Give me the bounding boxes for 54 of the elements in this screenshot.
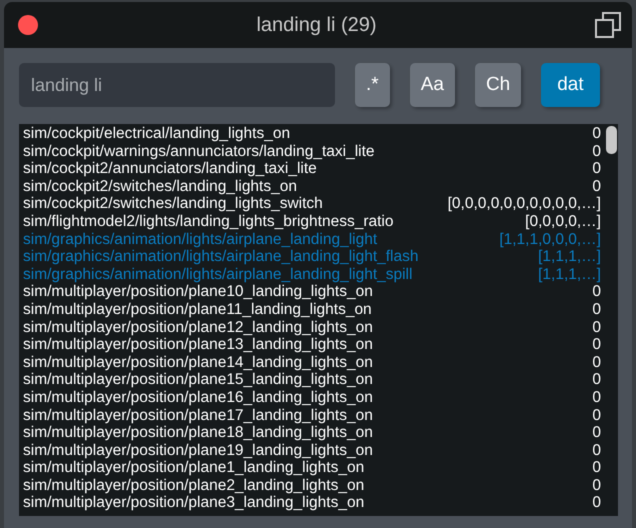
dataref-name[interactable]: sim/multiplayer/position/plane3_landing_lights_on <box>23 494 364 512</box>
dataref-name[interactable]: sim/cockpit/warnings/annunciators/landing_taxi_lite <box>23 142 375 160</box>
dataref-name[interactable]: sim/multiplayer/position/plane12_landing_lights_on <box>23 318 373 336</box>
dataref-value: 0 <box>591 300 601 319</box>
dataref-value: 0 <box>591 459 601 477</box>
dataref-value: 0 <box>591 283 601 301</box>
dataref-value: 0 <box>591 424 601 442</box>
scrollbar[interactable] <box>605 124 618 516</box>
dataref-name[interactable]: sim/multiplayer/position/plane18_landing_lights_on <box>23 424 373 442</box>
dataref-name[interactable]: sim/multiplayer/position/plane16_landing_lights_on <box>23 388 373 406</box>
toggle-button[interactable]: Ch <box>474 63 522 107</box>
dataref-value: 0 <box>591 125 601 143</box>
dataref-name[interactable]: sim/graphics/animation/lights/airplane_landing_light <box>23 230 378 248</box>
dataref-value: 0 <box>591 406 601 424</box>
dataref-value: [0,0,0,0,…] <box>524 212 601 231</box>
dataref-name[interactable]: sim/multiplayer/position/plane1_landing_lights_on <box>23 459 364 477</box>
dataref-value: 0 <box>591 442 601 460</box>
dataref-value: 0 <box>591 388 601 406</box>
search-field[interactable]: landing li <box>19 63 335 107</box>
dataref-value: [0,0,0,0,0,0,0,0,0,0,…] <box>446 195 601 213</box>
dataref-value: [1,1,1,…] <box>537 266 601 284</box>
dataref-value: 0 <box>591 336 601 354</box>
dataref-name[interactable]: sim/cockpit2/switches/landing_lights_on <box>23 178 297 196</box>
dataref-name[interactable]: sim/graphics/animation/lights/airplane_landing_light_flash <box>23 248 418 266</box>
dataref-name[interactable]: sim/multiplayer/position/plane15_landing_lights_on <box>23 371 373 389</box>
dataref-value: 0 <box>591 142 601 160</box>
dataref-value: 0 <box>591 318 601 336</box>
dataref-name[interactable]: sim/multiplayer/position/plane17_landing_lights_on <box>23 406 373 424</box>
dataref-name[interactable]: sim/cockpit2/switches/landing_lights_switch <box>23 195 323 213</box>
dataref-name[interactable]: sim/multiplayer/position/plane2_landing_lights_on <box>23 476 364 494</box>
scroll-thumb[interactable] <box>606 126 617 154</box>
window-title: landing li (29) <box>255 14 378 36</box>
dataref-value: 0 <box>591 160 601 178</box>
dataref-name[interactable]: sim/multiplayer/position/plane13_landing_lights_on <box>23 336 373 354</box>
windows-icon[interactable] <box>594 11 622 39</box>
dataref-value: [1,1,1,…] <box>537 248 601 266</box>
dataref-name[interactable]: sim/cockpit2/annunciators/landing_taxi_lite <box>23 160 317 178</box>
toggle-button[interactable]: dat <box>541 63 600 107</box>
dataref-value: 0 <box>591 354 601 372</box>
dataref-name[interactable]: sim/multiplayer/position/plane19_landing_lights_on <box>23 442 373 460</box>
dataref-name[interactable]: sim/multiplayer/position/plane11_landing_lights_on <box>23 300 372 319</box>
dataref-value: [1,1,1,0,0,0,…] <box>498 230 601 248</box>
toggle-button[interactable]: Aa <box>410 63 455 107</box>
close-icon[interactable] <box>17 14 39 36</box>
toggle-button[interactable]: .* <box>355 63 390 107</box>
dataref-value: 0 <box>591 371 601 389</box>
dataref-name[interactable]: sim/flightmodel2/lights/landing_lights_brightness_ratio <box>23 212 394 231</box>
dataref-name[interactable]: sim/graphics/animation/lights/airplane_landing_light_spill <box>23 266 412 284</box>
dataref-name[interactable]: sim/multiplayer/position/plane14_landing_lights_on <box>23 354 373 372</box>
dataref-value: 0 <box>591 494 601 512</box>
dataref-value: 0 <box>591 178 601 196</box>
dataref-name[interactable]: sim/multiplayer/position/plane10_landing_lights_on <box>23 283 373 301</box>
dataref-name[interactable]: sim/cockpit/electrical/landing_lights_on <box>23 125 290 143</box>
dataref-value: 0 <box>591 476 601 494</box>
